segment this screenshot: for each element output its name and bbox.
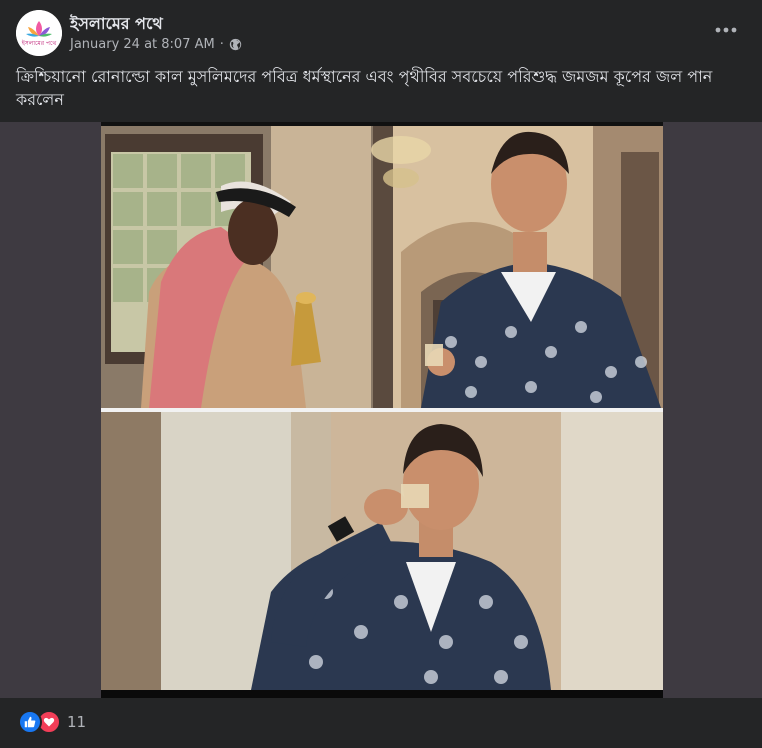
globe-icon xyxy=(229,38,242,51)
like-icon xyxy=(18,710,42,734)
reaction-count[interactable]: 11 xyxy=(67,713,86,731)
reaction-summary[interactable]: 11 xyxy=(18,710,86,734)
page-avatar[interactable]: ইসলামের পথে xyxy=(16,10,62,56)
meta-separator: · xyxy=(219,37,224,52)
lotus-logo-icon: ইসলামের পথে xyxy=(16,10,62,56)
post-header: ইসলামের পথে ইসলামের পথে January 24 at 8:… xyxy=(16,10,746,60)
post-meta: January 24 at 8:07 AM · xyxy=(70,37,242,52)
post-footer: 11 xyxy=(0,698,762,748)
more-options-button[interactable] xyxy=(712,20,740,40)
post-message: ক্রিশ্চিয়ানো রোনাল্ডো কাল মুসলিমদের পবি… xyxy=(16,67,713,109)
top-photo-panel xyxy=(101,126,663,408)
post-timestamp[interactable]: January 24 at 8:07 AM xyxy=(70,37,215,52)
page-name-link[interactable]: ইসলামের পথে xyxy=(70,11,163,38)
facebook-post: ইসলামের পথে ইসলামের পথে January 24 at 8:… xyxy=(0,0,762,748)
avatar-logo-text: ইসলামের পথে xyxy=(21,40,57,47)
post-media[interactable] xyxy=(0,122,762,698)
bottom-photo-panel xyxy=(101,412,663,690)
post-photo[interactable] xyxy=(101,122,663,698)
more-options-icon xyxy=(715,27,737,33)
